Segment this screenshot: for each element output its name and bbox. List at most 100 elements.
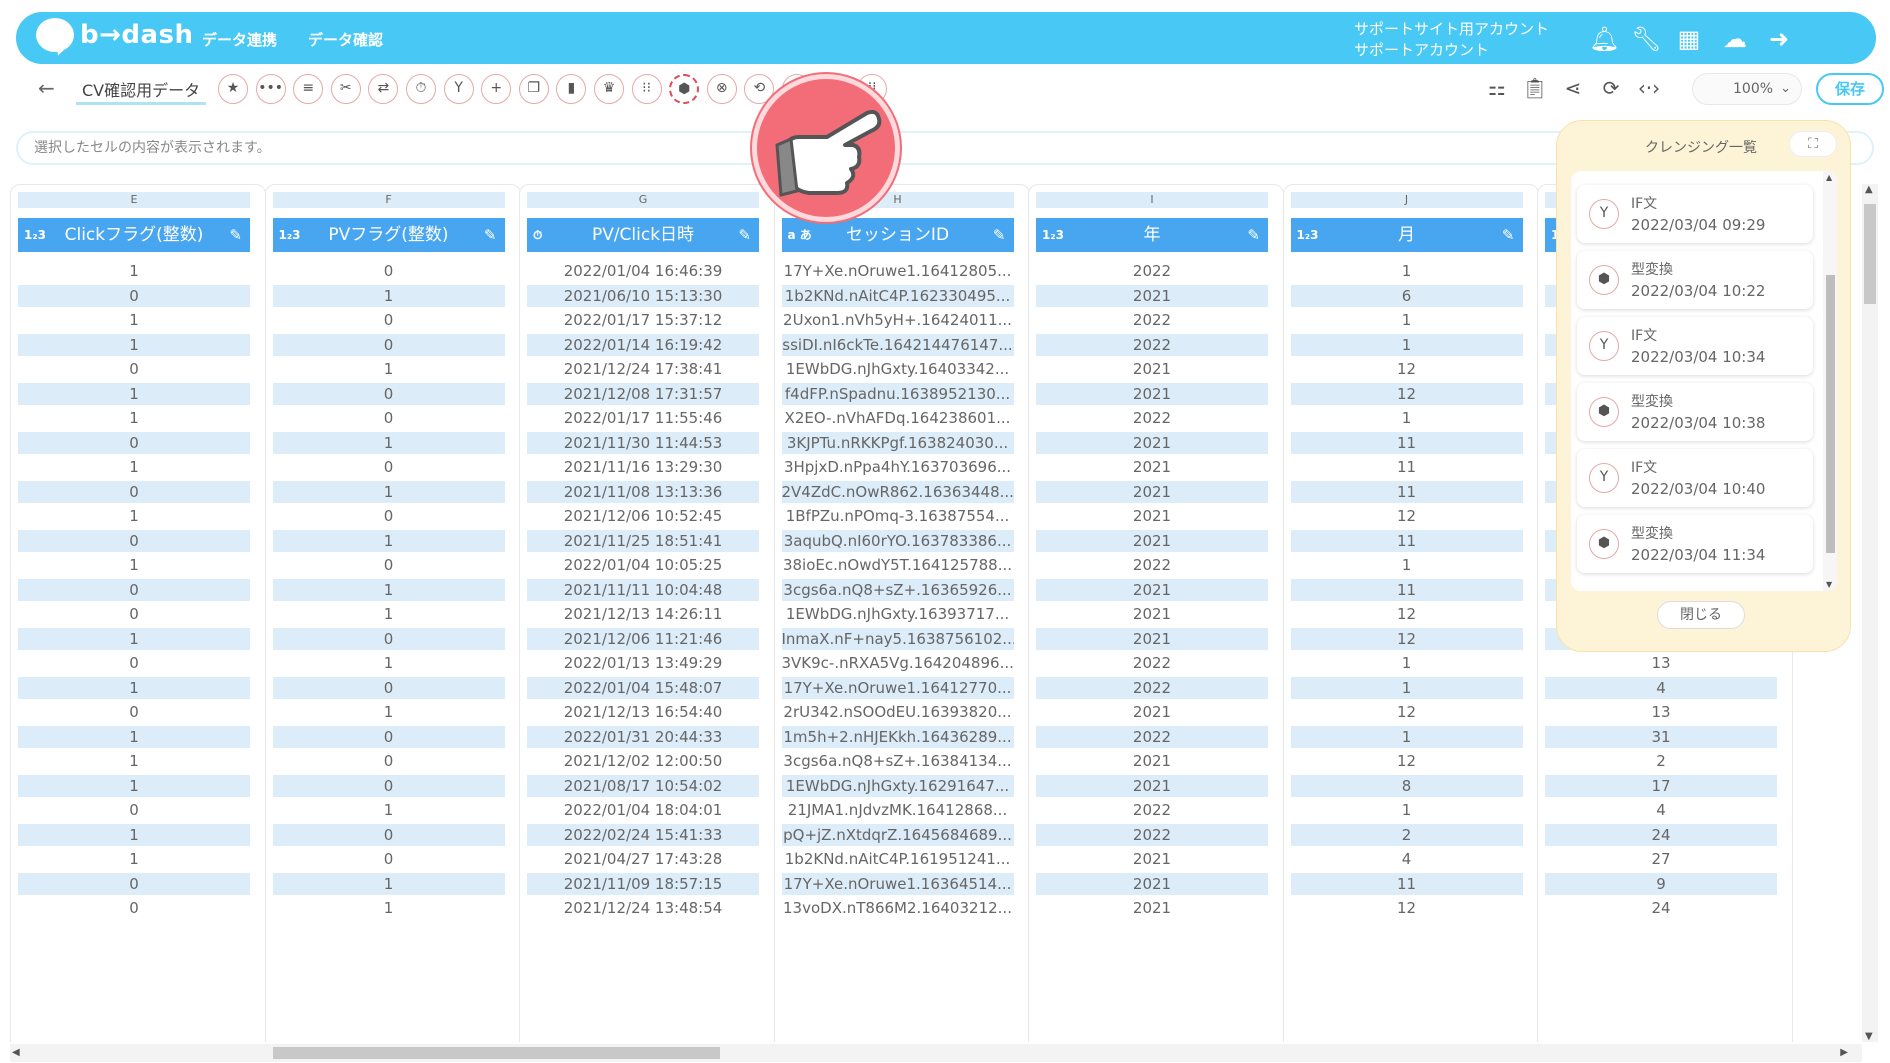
table-cell[interactable]: 1 (18, 848, 250, 870)
table-cell[interactable]: 1 (18, 456, 250, 478)
table-cell[interactable]: 2021/11/30 11:44:53 (527, 431, 759, 454)
back-arrow-icon[interactable]: ← (38, 76, 55, 100)
account-info[interactable]: サポートサイト用アカウント サポートアカウント (1354, 19, 1549, 61)
table-cell[interactable]: 2022 (1036, 554, 1268, 576)
edit-column-icon[interactable]: ✎ (484, 218, 497, 252)
table-cell[interactable]: 2021 (1036, 750, 1268, 772)
table-cell[interactable]: 1 (272, 284, 505, 307)
table-cell[interactable]: 2021 (1036, 578, 1268, 601)
table-cell[interactable]: 1 (273, 799, 505, 821)
table-cell[interactable]: f4dFP.nSpadnu.1638952130... (781, 382, 1014, 405)
branch-tool[interactable]: Y (443, 74, 474, 104)
bell-icon[interactable]: 🔔︎ (1589, 26, 1619, 52)
table-cell[interactable]: 2021 (1036, 456, 1268, 478)
list-item[interactable]: Y IF文 2022/03/04 09:29 (1577, 185, 1813, 243)
table-cell[interactable]: 2022/01/04 18:04:01 (527, 799, 759, 821)
column-letter[interactable]: F (272, 192, 505, 208)
code-icon[interactable]: ‹·› (1636, 76, 1662, 100)
merge-tool[interactable]: ⁝⁝ (631, 74, 662, 104)
list-item[interactable]: ⬢ 型変換 2022/03/04 11:34 (1577, 515, 1813, 573)
table-cell[interactable]: 11 (1290, 431, 1523, 454)
table-cell[interactable]: 0 (273, 750, 505, 772)
column-header[interactable]: 1₂3 PVフラグ(整数) ✎ (272, 218, 505, 252)
table-cell[interactable]: 2021/06/10 15:13:30 (527, 284, 759, 307)
table-cell[interactable]: 1 (1291, 260, 1523, 282)
edit-column-icon[interactable]: ✎ (1247, 218, 1260, 252)
table-cell[interactable]: 4 (1545, 676, 1777, 699)
table-cell[interactable]: 9 (1545, 872, 1777, 895)
grid-icon[interactable]: ▦ (1676, 26, 1702, 52)
vertical-scroll-thumb[interactable] (1864, 204, 1876, 304)
table-cell[interactable]: 13voDX.nT866M2.16403212... (782, 897, 1014, 919)
table-cell[interactable]: 31 (1545, 725, 1777, 748)
cancel-tool[interactable]: ⊗ (706, 74, 737, 104)
table-cell[interactable]: 11 (1290, 529, 1523, 552)
table-cell[interactable]: 11 (1291, 456, 1523, 478)
list-item[interactable]: ⬢ 型変換 2022/03/04 10:38 (1577, 383, 1813, 441)
table-cell[interactable]: 24 (1545, 897, 1777, 919)
table-cell[interactable]: 1 (273, 603, 505, 625)
table-cell[interactable]: 1b2KNd.nAitC4P.162330495... (781, 284, 1014, 307)
table-cell[interactable]: 0 (272, 725, 505, 748)
table-cell[interactable]: 1 (18, 333, 250, 356)
table-cell[interactable]: 38ioEc.nOwdY5T.164125788... (782, 554, 1014, 576)
table-cell[interactable]: 0 (273, 554, 505, 576)
table-cell[interactable]: 0 (18, 284, 250, 307)
table-cell[interactable]: 2Uxon1.nVh5yH+.16424011... (782, 309, 1014, 331)
table-cell[interactable]: 11 (1290, 578, 1523, 601)
column-letter[interactable]: E (18, 192, 250, 208)
table-cell[interactable]: 1 (18, 407, 250, 429)
refresh-doc-icon[interactable]: ⟳ (1598, 76, 1624, 100)
table-cell[interactable]: 2021/12/13 14:26:11 (527, 603, 759, 625)
table-cell[interactable]: 2021 (1036, 701, 1268, 723)
table-cell[interactable]: 2022/01/31 20:44:33 (527, 725, 759, 748)
table-cell[interactable]: 1 (1291, 652, 1523, 674)
table-cell[interactable]: 12 (1291, 358, 1523, 380)
table-cell[interactable]: 2021 (1036, 529, 1268, 552)
column-letter[interactable]: G (527, 192, 759, 208)
table-cell[interactable]: 1 (18, 382, 250, 405)
table-cell[interactable]: 0 (273, 309, 505, 331)
table-cell[interactable]: 2022 (1036, 799, 1268, 821)
table-cell[interactable]: 12 (1290, 627, 1523, 650)
split-tool[interactable]: ⇄ (368, 74, 399, 104)
table-cell[interactable]: 1 (18, 725, 250, 748)
panel-scrollbar[interactable]: ▲ ▼ (1823, 171, 1837, 591)
table-cell[interactable]: 2021/12/08 17:31:57 (527, 382, 759, 405)
table-cell[interactable]: 0 (18, 603, 250, 625)
scroll-right-icon[interactable]: ▶ (1840, 1047, 1848, 1058)
timer-tool[interactable]: ⏱ (406, 74, 436, 104)
table-cell[interactable]: 12 (1291, 897, 1523, 919)
table-cell[interactable]: 8 (1290, 774, 1523, 797)
table-cell[interactable]: 17Y+Xe.nOruwe1.16412770... (781, 676, 1014, 699)
table-cell[interactable]: 2021/12/02 12:00:50 (527, 750, 759, 772)
table-cell[interactable]: 2021/11/25 18:51:41 (527, 529, 759, 552)
table-cell[interactable]: 3cgs6a.nQ8+sZ+.16365926... (781, 578, 1014, 601)
table-cell[interactable]: 1 (18, 750, 250, 772)
table-cell[interactable]: 1 (1291, 407, 1523, 429)
nav-data-integration[interactable]: データ連携 (202, 29, 277, 50)
document-title[interactable]: CV確認用データ (76, 77, 207, 105)
table-cell[interactable]: 0 (272, 823, 505, 846)
table-cell[interactable]: 11 (1290, 480, 1523, 503)
table-cell[interactable]: 1 (1291, 309, 1523, 331)
table-cell[interactable]: 2022/01/13 13:49:29 (527, 652, 759, 674)
copy-tool[interactable]: ❐ (518, 74, 549, 104)
text-tool[interactable]: ≡ (293, 74, 324, 104)
table-cell[interactable]: 0 (18, 529, 250, 552)
table-cell[interactable]: 3aqubQ.nI60rYO.163783386... (781, 529, 1014, 552)
table-cell[interactable]: 1 (272, 872, 505, 895)
table-cell[interactable]: 6 (1290, 284, 1523, 307)
flow-icon[interactable]: ⚏ (1484, 76, 1510, 100)
table-cell[interactable]: 2021 (1036, 872, 1268, 895)
table-cell[interactable]: 2021 (1036, 431, 1268, 454)
table-cell[interactable]: 1 (18, 505, 250, 527)
table-cell[interactable]: 1 (18, 260, 250, 282)
table-cell[interactable]: 2022 (1036, 333, 1268, 356)
table-cell[interactable]: 0 (18, 431, 250, 454)
table-cell[interactable]: 1 (272, 480, 505, 503)
favorite-tool[interactable]: ★ (218, 74, 248, 104)
chat-icon[interactable]: ☁ (1722, 26, 1748, 52)
table-cell[interactable]: 1EWbDG.nJhGxty.16291647... (781, 774, 1014, 797)
table-cell[interactable]: 0 (273, 407, 505, 429)
